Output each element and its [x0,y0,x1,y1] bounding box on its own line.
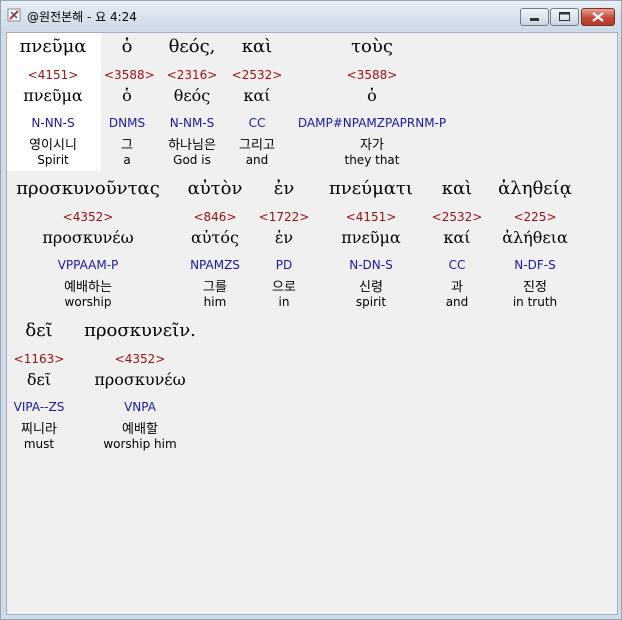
parsing-code[interactable]: DNMS [104,116,150,130]
korean-gloss: 예배할 [122,422,158,437]
strong-number[interactable]: <4151> [317,210,425,224]
english-gloss: in truth [512,295,558,309]
lemma: θεός [173,86,211,105]
korean-gloss: 그리고 [239,138,275,153]
korean-gloss: 으로 [272,280,296,295]
lemma: ἐν [274,228,294,247]
lemma: πνεῦμα [23,86,83,105]
english-gloss: Spirit [37,153,69,167]
greek-word: καὶ [241,36,273,57]
parsing-code[interactable]: VIPA--ZS [9,400,69,414]
greek-word: δεῖ [25,320,53,341]
strong-number[interactable]: <1722> [257,210,311,224]
interlinear-view[interactable]: πνεῦμα <4151> πνεῦμα N-NN-S 영이시니 Spirit … [6,32,618,615]
lemma: δεῖ [26,370,52,389]
greek-word: ὁ [121,36,133,57]
parsing-code[interactable]: NPAMZS [178,258,252,272]
english-gloss: in [278,295,290,309]
korean-gloss: 예배하는 [64,280,112,295]
korean-gloss: 찌니라 [21,422,57,437]
greek-word: ἐν [273,178,295,199]
parsing-code[interactable]: DAMP#NPAMZPAPRNM-P [289,116,455,130]
english-gloss: him [203,295,227,309]
korean-gloss: 자가 [360,138,384,153]
maximize-icon [559,12,570,21]
greek-word: προσκυνεῖν. [84,320,196,341]
lemma: προσκυνέω [42,228,134,247]
title-bar[interactable]: @원전본해 - 요 4:24 [1,1,621,31]
korean-gloss: 하나님은 [168,138,216,153]
minimize-icon [530,18,539,21]
strong-number[interactable]: <2316> [157,68,227,82]
parsing-code[interactable]: PD [257,258,311,272]
korean-gloss: 진정 [523,280,547,295]
english-gloss: a [123,153,131,167]
lemma: ὁ [367,86,377,105]
close-icon [592,12,604,22]
greek-word: τοὺς [351,36,393,57]
english-gloss: God is [173,153,211,167]
lemma: καί [243,86,271,105]
strong-number[interactable]: <4352> [77,352,203,366]
lemma: πνεῦμα [341,228,401,247]
parsing-code[interactable]: N-NN-S [10,116,96,130]
english-gloss: must [23,437,55,451]
strong-number[interactable]: <4151> [10,68,96,82]
parsing-code[interactable]: N-DF-S [488,258,582,272]
english-gloss: spirit [355,295,387,309]
greek-word: πνεῦμα [19,36,87,57]
lemma: ἀλήθεια [502,228,568,247]
app-icon [7,8,21,22]
korean-gloss: 신령 [359,280,383,295]
strong-number[interactable]: <2532> [430,210,484,224]
close-button[interactable] [581,8,615,26]
greek-word: θεός, [168,36,216,57]
greek-word: αὐτὸν [187,178,243,199]
parsing-code[interactable]: VPPAAM-P [9,258,167,272]
strong-number[interactable]: <4352> [9,210,167,224]
strong-number[interactable]: <3588> [104,68,155,82]
korean-gloss: 과 [451,280,463,295]
parsing-code[interactable]: N-DN-S [317,258,425,272]
parsing-code[interactable]: CC [430,258,484,272]
parsing-code[interactable]: N-NM-S [157,116,227,130]
strong-number[interactable]: <1163> [9,352,69,366]
strong-number[interactable]: <225> [488,210,582,224]
korean-gloss: 그 [121,138,133,153]
parsing-code[interactable]: VNPA [77,400,203,414]
english-gloss: and [245,153,269,167]
minimize-button[interactable] [520,8,549,26]
lemma: προσκυνέω [94,370,186,389]
korean-gloss: 그를 [203,280,227,295]
english-gloss: worship him [103,437,177,451]
strong-number[interactable]: <3588> [289,68,455,82]
korean-gloss: 영이시니 [29,138,77,153]
lemma: αὐτός [191,228,239,247]
english-gloss: worship [64,295,112,309]
window-title: @원전본해 - 요 4:24 [27,10,137,24]
greek-word: ἀληθείᾳ [498,178,572,199]
greek-word: καὶ [441,178,473,199]
english-gloss: and [445,295,469,309]
strong-number[interactable]: <846> [178,210,252,224]
parsing-code[interactable]: CC [230,116,284,130]
english-gloss: they that [344,153,400,167]
strong-number[interactable]: <2532> [230,68,284,82]
maximize-button[interactable] [550,8,579,26]
greek-word: πνεύματι [329,178,413,199]
lemma: ὁ [122,86,132,105]
lemma: καί [443,228,471,247]
app-window: @원전본해 - 요 4:24 πνεῦμα <4151> πνεῦμα N-NN… [0,0,622,620]
greek-word: προσκυνοῦντας [16,178,160,199]
